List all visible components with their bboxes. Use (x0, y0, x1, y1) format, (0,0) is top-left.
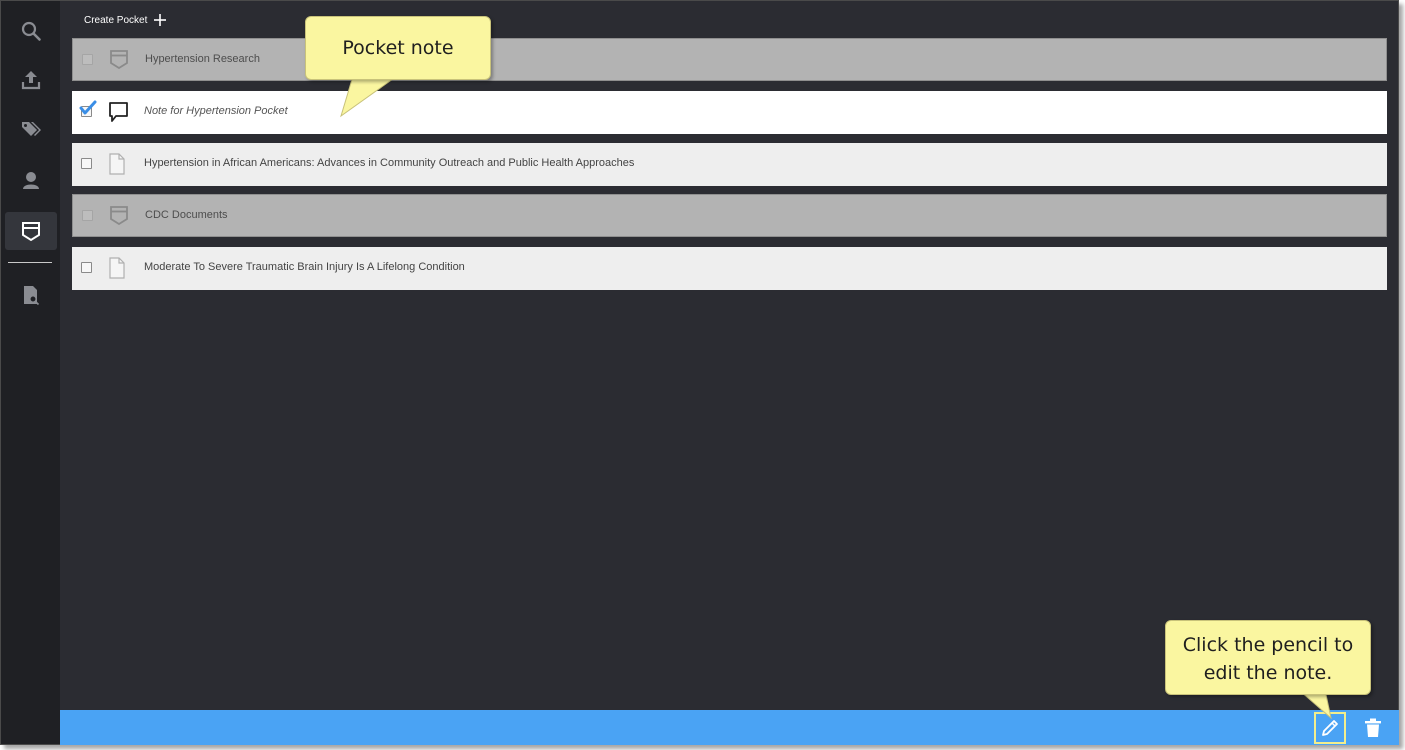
callout-text-line2: edit the note. (1203, 662, 1333, 684)
sidebar-divider (8, 262, 52, 263)
row-label: Moderate To Severe Traumatic Brain Injur… (144, 261, 465, 273)
bottom-action-bar (60, 710, 1399, 745)
user-icon (23, 172, 39, 189)
upload-icon (21, 71, 41, 90)
list-item[interactable]: Hypertension Research (72, 38, 1387, 81)
plus-icon (154, 14, 167, 26)
list-item[interactable]: Moderate To Severe Traumatic Brain Injur… (72, 247, 1387, 290)
row-checkbox[interactable] (81, 158, 92, 169)
sidebar (1, 1, 60, 744)
pocket-icon (110, 50, 128, 69)
sidebar-item-search[interactable] (5, 12, 57, 50)
row-label: Hypertension in African Americans: Advan… (144, 157, 635, 169)
callout-pocket-note: Pocket note (305, 16, 491, 80)
row-label: CDC Documents (145, 209, 228, 221)
comment-icon (109, 102, 128, 122)
row-label: Note for Hypertension Pocket (144, 105, 288, 117)
create-pocket-label: Create Pocket (84, 14, 148, 26)
search-icon (21, 21, 41, 41)
sidebar-item-profile[interactable] (5, 161, 57, 199)
row-checkbox[interactable] (82, 210, 93, 221)
pocket-icon (110, 206, 128, 225)
callout-pointer (340, 75, 399, 118)
tags-icon (22, 122, 41, 136)
row-checkbox[interactable] (81, 262, 92, 273)
delete-button[interactable] (1357, 712, 1389, 744)
list-item-note[interactable]: Note for Hypertension Pocket (72, 91, 1387, 134)
callout-edit-note: Click the pencil to edit the note. (1165, 620, 1371, 695)
row-label: Hypertension Research (145, 53, 260, 65)
sidebar-item-upload[interactable] (5, 61, 57, 99)
document-icon (109, 153, 125, 175)
trash-icon (1365, 718, 1381, 737)
list-item[interactable]: Hypertension in African Americans: Advan… (72, 143, 1387, 186)
sidebar-item-pockets[interactable] (5, 212, 57, 250)
checkmark-icon (79, 100, 97, 115)
sidebar-item-tags[interactable] (5, 111, 57, 149)
sidebar-item-document-search[interactable] (5, 276, 57, 314)
pocket-icon (22, 222, 40, 242)
callout-text: Pocket note (342, 37, 454, 59)
document-search-icon (24, 286, 40, 306)
create-pocket-button[interactable]: Create Pocket (84, 12, 167, 28)
document-icon (109, 257, 125, 279)
callout-text-line1: Click the pencil to (1182, 634, 1354, 656)
list-item[interactable]: CDC Documents (72, 194, 1387, 237)
row-checkbox[interactable] (82, 54, 93, 65)
